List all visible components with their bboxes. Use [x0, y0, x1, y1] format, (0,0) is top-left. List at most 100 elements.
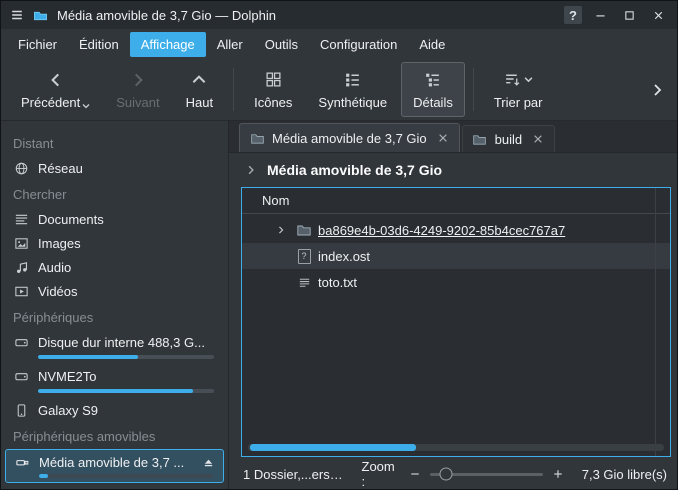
- menu-affichage[interactable]: Affichage: [130, 32, 206, 57]
- content-area: Média amovible de 3,7 Gio build: [229, 121, 677, 489]
- breadcrumb-current[interactable]: Média amovible de 3,7 Gio: [267, 162, 442, 178]
- menu-edition[interactable]: Édition: [68, 32, 130, 57]
- menu-fichier[interactable]: Fichier: [7, 32, 68, 57]
- eject-icon[interactable]: [199, 454, 217, 470]
- tab-build[interactable]: build: [462, 125, 555, 152]
- expand-chevron-icon[interactable]: [272, 225, 290, 235]
- file-row-folder[interactable]: ba869e4b-03d6-4249-9202-85b4cec767a7: [242, 217, 670, 243]
- breadcrumb[interactable]: Média amovible de 3,7 Gio: [229, 153, 677, 187]
- sidebar-item-audio[interactable]: Audio: [1, 255, 228, 279]
- images-icon: [13, 235, 29, 251]
- sidebar-item-images[interactable]: Images: [1, 231, 228, 255]
- file-name: toto.txt: [318, 275, 357, 290]
- icons-label: Icônes: [254, 95, 292, 110]
- smartphone-icon: [13, 402, 29, 418]
- disk-usage-fill: [39, 474, 48, 478]
- section-peripheriques-amovibles: Périphériques amovibles: [1, 422, 228, 449]
- zoom-in-icon[interactable]: [550, 466, 566, 482]
- places-panel: Distant Réseau Chercher Documents Images: [1, 121, 229, 489]
- network-icon: [13, 160, 29, 176]
- documents-icon: [13, 211, 29, 227]
- toolbar-separator: [233, 68, 234, 111]
- close-button[interactable]: [647, 5, 669, 25]
- caret-down-icon: [82, 102, 90, 110]
- folder-icon: [296, 222, 312, 238]
- toolbar-overflow-button[interactable]: [645, 76, 669, 104]
- details-view-icon: [424, 70, 441, 90]
- sort-by-button[interactable]: Trier par: [482, 62, 555, 117]
- menu-aller[interactable]: Aller: [206, 32, 254, 57]
- file-list: ba869e4b-03d6-4249-9202-85b4cec767a7 ? i…: [242, 214, 670, 295]
- zoom-slider[interactable]: [430, 466, 543, 482]
- compact-view-icon: [344, 70, 361, 90]
- status-bar: 1 Dossier,...ers (99 o) Zoom :: [229, 459, 677, 489]
- main-toolbar: Précédent Suivant Haut Icônes Synthétiq: [1, 59, 677, 121]
- zoom-label: Zoom :: [362, 459, 401, 489]
- toolbar-separator: [473, 68, 474, 111]
- tab-close-icon[interactable]: [436, 131, 450, 145]
- sidebar-item-media-amovible[interactable]: Média amovible de 3,7 ...: [5, 449, 224, 483]
- zoom-control: Zoom :: [362, 459, 566, 489]
- chevron-left-icon: [47, 70, 65, 90]
- harddrive-icon: [13, 334, 29, 350]
- dolphin-window: Média amovible de 3,7 Gio — Dolphin ? Fi…: [0, 0, 678, 490]
- sidebar-item-documents[interactable]: Documents: [1, 207, 228, 231]
- menu-aide[interactable]: Aide: [408, 32, 456, 57]
- disk-usage-bar: [38, 389, 214, 393]
- window-title: Média amovible de 3,7 Gio — Dolphin: [57, 8, 276, 23]
- minimize-button[interactable]: [589, 5, 611, 25]
- zoom-slider-handle[interactable]: [439, 468, 452, 481]
- column-divider: [655, 188, 656, 456]
- file-row-toto-txt[interactable]: toto.txt: [242, 269, 670, 295]
- sidebar-item-media-amovible-row[interactable]: Média amovible de 3,7 ...: [6, 452, 223, 472]
- hamburger-menu-icon[interactable]: [9, 7, 25, 23]
- tab-media-amovible[interactable]: Média amovible de 3,7 Gio: [239, 123, 460, 152]
- section-chercher: Chercher: [1, 180, 228, 207]
- tab-label: Média amovible de 3,7 Gio: [272, 131, 427, 146]
- column-header-nom[interactable]: Nom: [262, 193, 289, 208]
- compact-view-button[interactable]: Synthétique: [306, 62, 399, 117]
- chevron-right-icon: [129, 70, 147, 90]
- sidebar-item-nvme2to[interactable]: NVME2To: [1, 364, 228, 388]
- maximize-button[interactable]: [618, 5, 640, 25]
- horizontal-scrollbar[interactable]: [248, 444, 664, 451]
- menu-outils[interactable]: Outils: [254, 32, 309, 57]
- chevron-right-icon: [243, 162, 259, 178]
- disk-usage-bar: [38, 355, 214, 359]
- back-button[interactable]: Précédent: [9, 62, 102, 117]
- file-row-index-ost[interactable]: ? index.ost: [242, 243, 670, 269]
- column-header-row: Nom: [242, 188, 670, 214]
- scrollbar-thumb[interactable]: [250, 444, 416, 451]
- sidebar-item-galaxy-s9[interactable]: Galaxy S9: [1, 398, 228, 422]
- main-area: Distant Réseau Chercher Documents Images: [1, 121, 677, 489]
- up-button[interactable]: Haut: [174, 62, 225, 117]
- disk-usage-fill: [38, 355, 138, 359]
- tab-close-icon[interactable]: [531, 132, 545, 146]
- disk-usage-fill: [38, 389, 193, 393]
- help-button[interactable]: ?: [564, 6, 582, 24]
- status-summary: 1 Dossier,...ers (99 o): [243, 467, 346, 482]
- sidebar-item-disque-dur-interne[interactable]: Disque dur interne 488,3 G...: [1, 330, 228, 354]
- file-view: Nom ba869e4b-03d6-4249-9202-85b4cec767a7: [241, 187, 671, 457]
- folder-icon: [472, 131, 488, 147]
- menu-bar: Fichier Édition Affichage Aller Outils C…: [1, 29, 677, 59]
- menu-configuration[interactable]: Configuration: [309, 32, 408, 57]
- disk-usage-bar: [39, 474, 213, 478]
- zoom-out-icon[interactable]: [407, 466, 423, 482]
- titlebar: Média amovible de 3,7 Gio — Dolphin ?: [1, 1, 677, 29]
- back-label: Précédent: [21, 95, 80, 110]
- audio-icon: [13, 259, 29, 275]
- forward-button[interactable]: Suivant: [104, 62, 171, 117]
- sort-label: Trier par: [494, 95, 543, 110]
- sidebar-item-reseau[interactable]: Réseau: [1, 156, 228, 180]
- compact-label: Synthétique: [318, 95, 387, 110]
- free-space-label: 7,3 Gio libre(s): [582, 467, 667, 482]
- section-peripheriques: Périphériques: [1, 303, 228, 330]
- folder-icon: [249, 130, 265, 146]
- details-view-button[interactable]: Détails: [401, 62, 465, 117]
- sort-icon: [504, 71, 521, 88]
- sidebar-item-videos[interactable]: Vidéos: [1, 279, 228, 303]
- details-label: Détails: [413, 95, 453, 110]
- icons-view-button[interactable]: Icônes: [242, 62, 304, 117]
- unknown-file-icon: ?: [296, 248, 312, 264]
